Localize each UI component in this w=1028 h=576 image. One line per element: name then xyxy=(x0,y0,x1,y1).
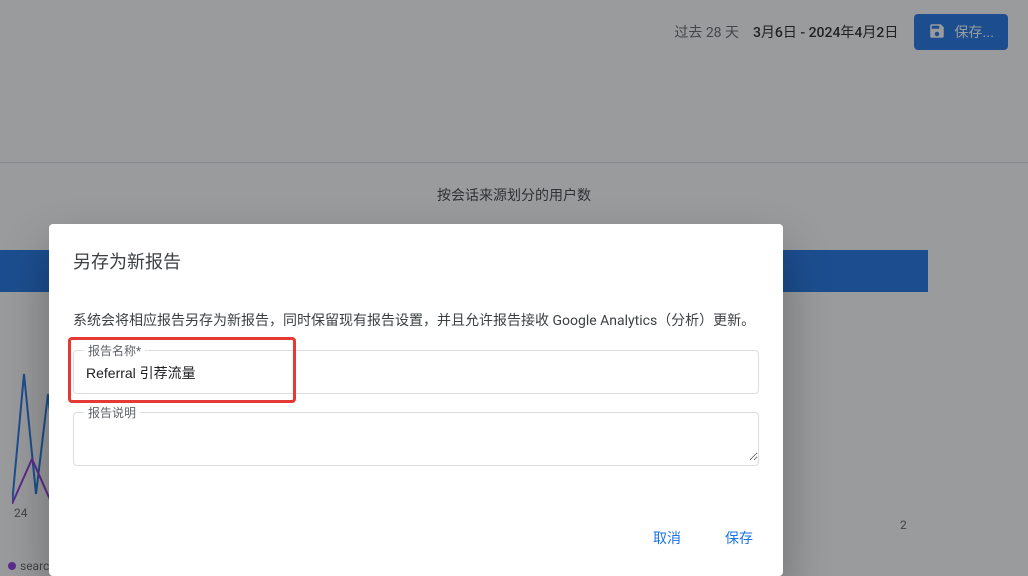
dialog-title: 另存为新报告 xyxy=(73,248,759,274)
report-name-input[interactable] xyxy=(74,351,758,393)
report-desc-field: 报告说明 xyxy=(73,412,759,466)
report-desc-textarea[interactable] xyxy=(74,413,758,461)
report-name-field: 报告名称* xyxy=(73,350,759,394)
dialog-actions: 取消 保存 xyxy=(73,484,759,564)
confirm-save-button[interactable]: 保存 xyxy=(719,520,759,556)
save-as-dialog: 另存为新报告 系统会将相应报告另存为新报告，同时保留现有报告设置，并且允许报告接… xyxy=(49,224,783,576)
dialog-description: 系统会将相应报告另存为新报告，同时保留现有报告设置，并且允许报告接收 Googl… xyxy=(73,310,759,332)
cancel-button[interactable]: 取消 xyxy=(647,520,687,556)
report-desc-label: 报告说明 xyxy=(84,404,140,421)
report-name-label: 报告名称* xyxy=(84,342,145,359)
